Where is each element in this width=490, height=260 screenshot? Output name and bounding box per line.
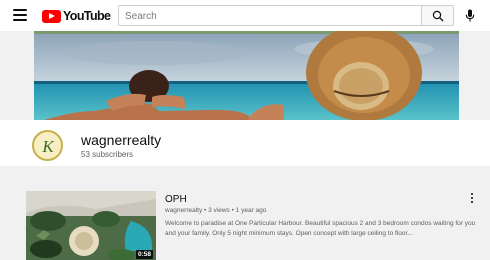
video-duration: 0:58 <box>135 250 153 259</box>
search-box[interactable] <box>118 5 422 26</box>
youtube-logo[interactable]: YouTube <box>42 9 111 23</box>
avatar-logo-icon: K <box>41 137 55 156</box>
channel-banner <box>34 31 459 120</box>
microphone-icon <box>465 9 475 21</box>
search-icon <box>432 10 443 21</box>
search-button[interactable] <box>422 5 454 26</box>
banner-image <box>34 31 459 120</box>
video-title[interactable]: OPH <box>165 194 187 205</box>
youtube-logo-icon <box>42 9 61 23</box>
more-vert-icon[interactable] <box>467 192 477 204</box>
logo-text: YouTube <box>63 9 111 23</box>
subscriber-count: 53 subscribers <box>81 150 134 159</box>
svg-text:K: K <box>41 137 55 156</box>
video-meta: wagnerrealty • 3 views • 1 year ago <box>165 207 267 214</box>
menu-icon[interactable] <box>13 9 27 21</box>
channel-name[interactable]: wagnerrealty <box>81 132 161 148</box>
video-thumbnail[interactable]: 0:58 <box>26 191 156 260</box>
channel-header <box>0 120 490 166</box>
video-description: Welcome to paradise at One Particular Ha… <box>165 220 476 237</box>
channel-avatar[interactable]: K <box>32 130 63 161</box>
voice-search-button[interactable] <box>462 7 478 23</box>
search-input[interactable] <box>119 7 421 26</box>
